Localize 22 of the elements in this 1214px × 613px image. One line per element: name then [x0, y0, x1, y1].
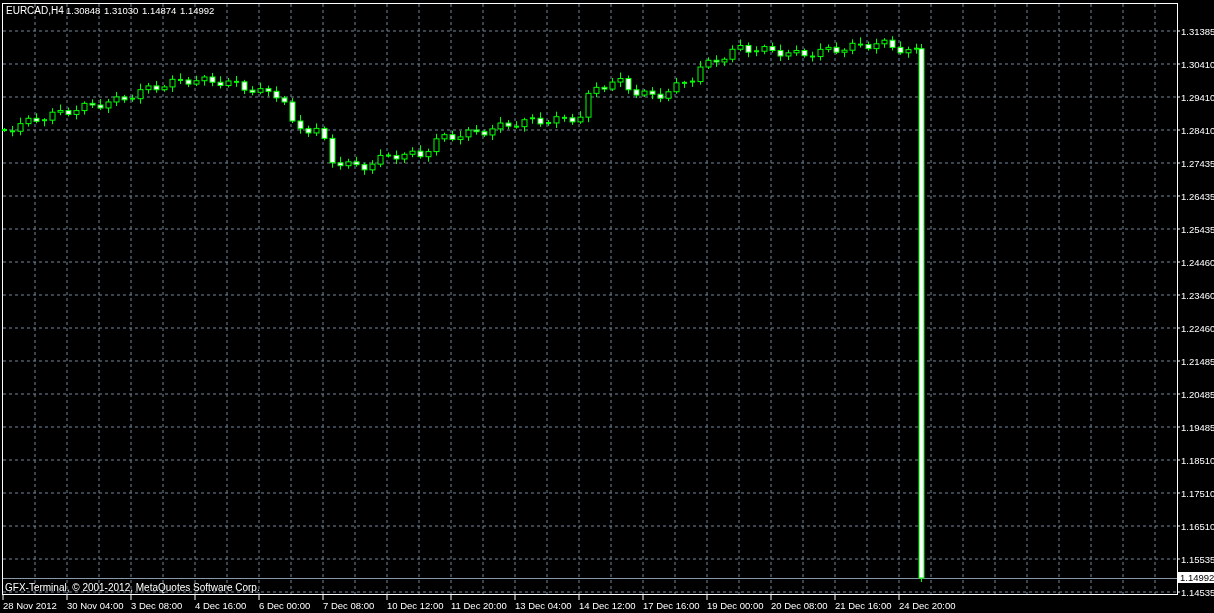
time-label: 7 Dec 08:00: [323, 600, 375, 611]
chart-symbol: EURCAD,H4: [6, 5, 64, 16]
time-label: 11 Dec 20:00: [451, 600, 507, 611]
time-label: 30 Nov 04:00: [67, 600, 124, 611]
time-label: 10 Dec 12:00: [387, 600, 444, 611]
time-label: 17 Dec 16:00: [643, 600, 700, 611]
quote-value: 1.30848: [66, 5, 101, 16]
time-label: 13 Dec 04:00: [515, 600, 572, 611]
quote-value: 1.14992: [180, 5, 215, 16]
time-label: 24 Dec 20:00: [899, 600, 956, 611]
current-price-tag: 1.14992: [1178, 572, 1214, 583]
time-label: 20 Dec 08:00: [771, 600, 828, 611]
time-label: 4 Dec 16:00: [195, 600, 247, 611]
quote-value: 1.14874: [142, 5, 177, 16]
quote-value: 1.31030: [104, 5, 139, 16]
copyright-text: GFX-Terminal, © 2001-2012, MetaQuotes Software Corp.: [5, 582, 260, 593]
time-label: 14 Dec 12:00: [579, 600, 636, 611]
time-label: 28 Nov 2012: [3, 600, 57, 611]
time-label: 19 Dec 00:00: [707, 600, 764, 611]
time-label: 21 Dec 16:00: [835, 600, 892, 611]
time-label: 6 Dec 00:00: [259, 600, 311, 611]
time-label: 3 Dec 08:00: [131, 600, 183, 611]
